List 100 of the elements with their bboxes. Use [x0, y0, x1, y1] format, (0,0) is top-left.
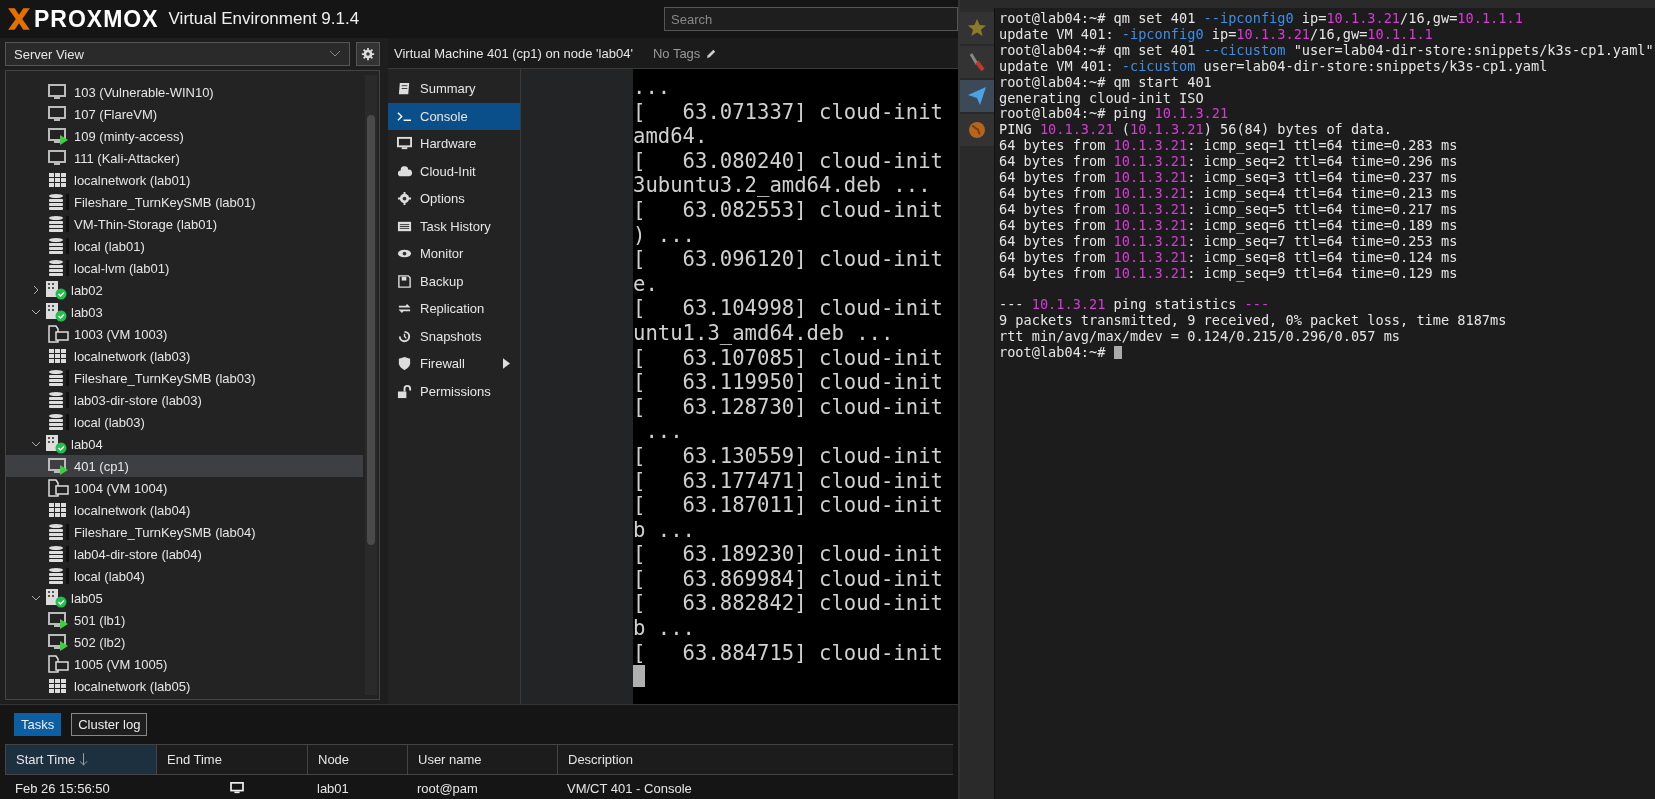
- chevron-down-icon[interactable]: [31, 439, 41, 449]
- tree-item[interactable]: 502 (lb2): [6, 631, 363, 653]
- logo-x-icon: [6, 6, 32, 32]
- nav-item[interactable]: Hardware: [388, 130, 520, 158]
- tree-item[interactable]: localnetwork (lab05): [6, 675, 363, 697]
- cloud-icon: [397, 163, 412, 179]
- tree-item[interactable]: Fileshare_TurnKeySMB (lab01): [6, 191, 363, 213]
- column-header[interactable]: Node: [307, 744, 407, 775]
- permissions-icon: [397, 383, 412, 399]
- tree-item[interactable]: lab03-dir-store (lab03): [6, 389, 363, 411]
- panel-tab[interactable]: Tasks: [14, 713, 62, 736]
- table-cell-text: root@pam: [416, 779, 479, 798]
- template-icon: [48, 325, 70, 343]
- multitool-icon[interactable]: [967, 52, 987, 72]
- tree-item[interactable]: VM-Thin-Storage (lab01): [6, 213, 363, 235]
- tree-item[interactable]: local (lab01): [6, 235, 363, 257]
- tree-node[interactable]: lab04: [6, 433, 363, 455]
- table-cell-text: VM/CT 401 - Console: [566, 779, 693, 798]
- template-icon: [48, 655, 70, 673]
- column-header[interactable]: User name: [407, 744, 557, 775]
- console-line: ) ...: [633, 222, 695, 248]
- tree-item[interactable]: Fileshare_TurnKeySMB (lab03): [6, 367, 363, 389]
- nav-item[interactable]: Summary: [388, 75, 520, 103]
- terminal-line: --- 10.1.3.21 ping statistics ---: [999, 297, 1270, 314]
- tree-item[interactable]: 501 (lb1): [6, 609, 363, 631]
- product-version: Virtual Environment 9.1.4: [168, 9, 360, 29]
- console-line: 3ubuntu3.2_amd64.deb ...: [633, 173, 931, 198]
- nav-item[interactable]: Options: [388, 185, 520, 213]
- table-cell-text: lab01: [316, 779, 350, 798]
- nav-item[interactable]: Console: [388, 102, 520, 130]
- vm-console[interactable]: [633, 69, 958, 704]
- console-line: [ 63.177471] cloud-init: [633, 468, 943, 494]
- vm-running-icon: [48, 633, 70, 651]
- tree-item[interactable]: local (lab03): [6, 411, 363, 433]
- nav-item[interactable]: Permissions: [388, 377, 520, 405]
- tree-node[interactable]: lab02: [6, 279, 363, 301]
- dropdown-caret-icon[interactable]: [329, 50, 341, 58]
- nav-item[interactable]: Task History: [388, 212, 520, 240]
- settings-button[interactable]: [356, 42, 380, 66]
- panel-tab[interactable]: Cluster log: [71, 713, 148, 736]
- chevron-right-icon[interactable]: [31, 285, 41, 295]
- tree-item[interactable]: 401 (cp1): [6, 455, 363, 477]
- tree-item[interactable]: 103 (Vulnerable-WIN10): [6, 81, 363, 103]
- scrollbar[interactable]: [365, 75, 377, 695]
- tree-item[interactable]: 1003 (VM 1003): [6, 323, 363, 345]
- nav-item[interactable]: Snapshots: [388, 322, 520, 350]
- tree-item[interactable]: 111 (Kali-Attacker): [6, 147, 363, 169]
- nav-item[interactable]: Cloud-Init: [388, 157, 520, 185]
- storage-icon: [48, 391, 70, 409]
- tree-item[interactable]: localnetwork (lab04): [6, 499, 363, 521]
- storage-icon: [48, 413, 70, 431]
- vm-running-icon: [48, 127, 70, 145]
- terminal-line: generating cloud-init ISO: [999, 90, 1204, 107]
- column-header[interactable]: Description: [557, 744, 953, 775]
- tree-item[interactable]: local-lvm (lab01): [6, 257, 363, 279]
- hardware-icon: [397, 136, 412, 152]
- tree-item[interactable]: 109 (minty-access): [6, 125, 363, 147]
- tree-item[interactable]: 107 (FlareVM): [6, 103, 363, 125]
- globe-icon[interactable]: [967, 120, 987, 140]
- console-line: [ 63.884715] cloud-init: [633, 640, 943, 666]
- tree-node[interactable]: lab03: [6, 301, 363, 323]
- chevron-down-icon[interactable]: [31, 307, 41, 317]
- chevron-down-icon[interactable]: [31, 593, 41, 603]
- terminal-line: root@lab04:~# ping 10.1.3.21: [999, 106, 1229, 123]
- paper-plane-icon[interactable]: [967, 86, 987, 106]
- storage-icon: [48, 545, 70, 563]
- view-selector[interactable]: Server View: [5, 42, 350, 66]
- sort-down-icon: [79, 753, 89, 766]
- nav-item[interactable]: Monitor: [388, 240, 520, 268]
- tags-link[interactable]: No Tags: [652, 45, 701, 61]
- tree-item[interactable]: localnetwork (lab01): [6, 169, 363, 191]
- template-icon: [48, 479, 70, 497]
- storage-icon: [48, 567, 70, 585]
- terminal-line: 64 bytes from 10.1.3.21: icmp_seq=7 ttl=64 time=0.253 ms: [999, 233, 1458, 250]
- tree-item[interactable]: 1004 (VM 1004): [6, 477, 363, 499]
- tree-item[interactable]: Fileshare_TurnKeySMB (lab04): [6, 521, 363, 543]
- options-icon: [397, 191, 412, 207]
- column-header[interactable]: End Time: [156, 744, 307, 775]
- terminal-line: update VM 401: -ipconfig0 ip=10.1.3.21/16,gw=10.1.1.1: [999, 26, 1433, 43]
- column-header[interactable]: Start Time: [5, 744, 156, 775]
- server-online-icon: [45, 280, 67, 300]
- vm-running-icon: [48, 457, 70, 475]
- search-field[interactable]: Search: [664, 7, 958, 31]
- nav-item[interactable]: Backup: [388, 267, 520, 295]
- tree-item[interactable]: local (lab04): [6, 565, 363, 587]
- storage-icon: [48, 237, 70, 255]
- terminal-line: 64 bytes from 10.1.3.21: icmp_seq=8 ttl=64 time=0.124 ms: [999, 249, 1458, 266]
- star-icon[interactable]: [967, 18, 987, 38]
- table-cell-text: Feb 26 15:56:50: [14, 779, 111, 798]
- tree-node[interactable]: lab05: [6, 587, 363, 609]
- tree-item[interactable]: localnetwork (lab03): [6, 345, 363, 367]
- pencil-icon[interactable]: [706, 47, 718, 59]
- server-online-icon: [45, 302, 67, 322]
- tree-item[interactable]: 1005 (VM 1005): [6, 653, 363, 675]
- nav-item[interactable]: Replication: [388, 295, 520, 323]
- nav-item[interactable]: Firewall: [388, 350, 520, 378]
- tree-item[interactable]: lab04-dir-store (lab04): [6, 543, 363, 565]
- terminal-line: 64 bytes from 10.1.3.21: icmp_seq=3 ttl=64 time=0.237 ms: [999, 170, 1458, 186]
- console-line: [ 63.882842] cloud-init: [633, 591, 943, 617]
- console-line: [ 63.096120] cloud-init: [633, 247, 943, 272]
